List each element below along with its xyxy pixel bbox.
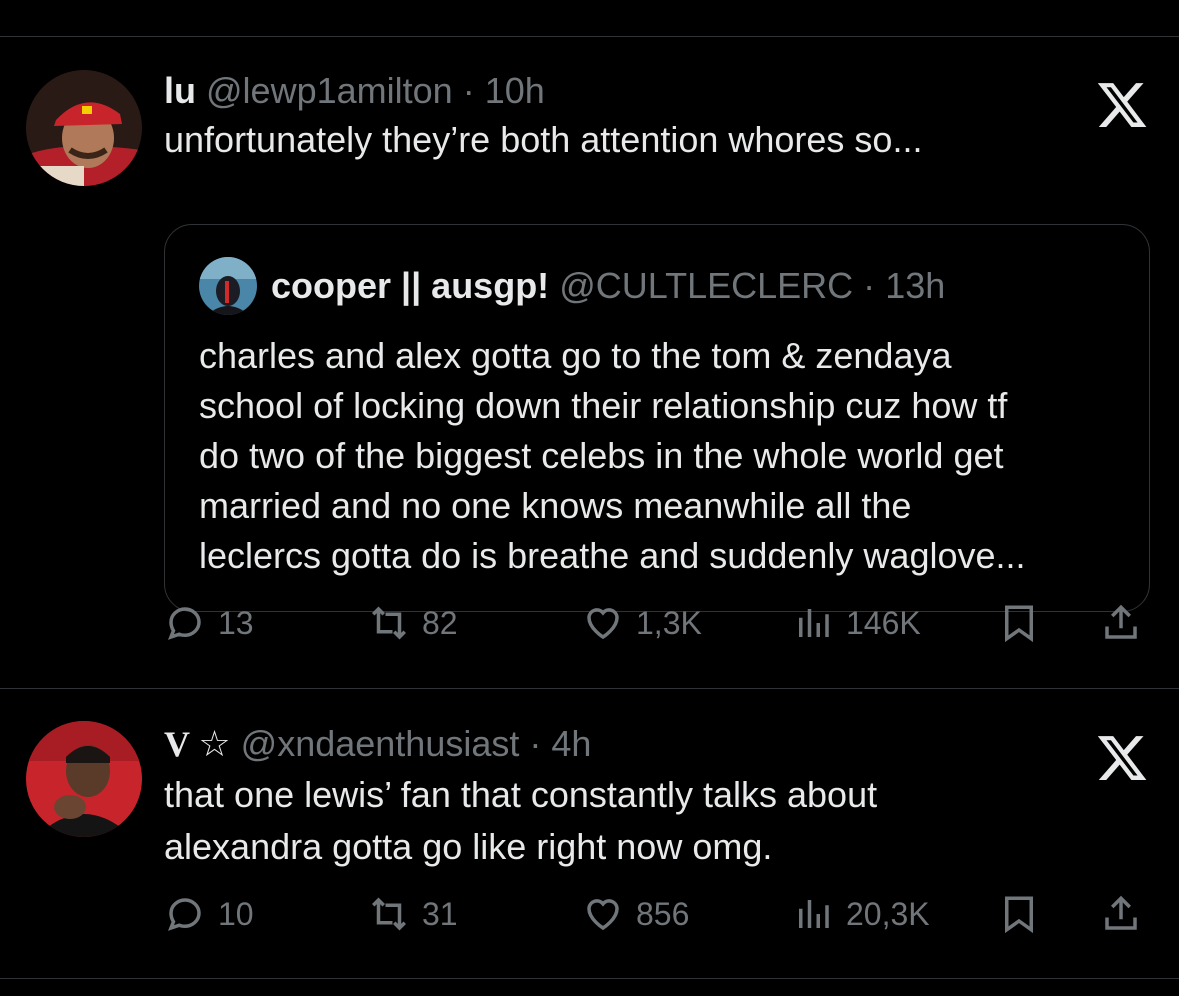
star-icon: ☆ [198,724,231,764]
views-button[interactable]: 146K [792,602,921,644]
separator: · [462,70,475,111]
bookmark-icon [1005,896,1033,934]
quote-header: cooper || ausgp! @CULTLECLERC · 13h [271,265,945,307]
tweet-text: unfortunately they’re both attention who… [164,119,923,160]
heart-icon [587,899,619,931]
reply-count: 10 [218,895,254,932]
like-button[interactable]: 856 [582,893,689,935]
quoted-tweet[interactable]: cooper || ausgp! @CULTLECLERC · 13h char… [164,224,1150,612]
reply-icon [168,607,201,640]
tweet-header: V ☆ @xndaenthusiast · 4h [164,723,591,765]
quote-timestamp[interactable]: 13h [885,265,945,306]
views-icon [799,900,829,928]
views-icon [799,609,829,637]
avatar[interactable] [26,70,142,186]
bookmark-icon [1005,605,1033,643]
reply-button[interactable]: 13 [164,602,254,644]
share-icon [1105,604,1137,639]
tweet-text: that one lewis’ fan that constantly talk… [164,774,878,867]
quote-handle[interactable]: @CULTLECLERC [559,265,853,306]
views-button[interactable]: 20,3K [792,893,930,935]
bookmark-button[interactable] [998,602,1052,644]
repost-icon [372,897,406,931]
like-count: 856 [636,895,690,932]
action-bar: 13 82 1,3K 146K [164,602,1154,652]
action-bar: 10 31 856 20,3K [164,893,1154,943]
repost-count: 82 [422,604,458,641]
display-name-text: V [164,724,190,764]
quote-text: charles and alex gotta go to the tom & z… [199,335,1026,576]
views-count: 20,3K [846,895,930,932]
display-name[interactable]: V ☆ [164,724,231,764]
timestamp[interactable]: 10h [485,70,545,111]
repost-button[interactable]: 82 [368,602,458,644]
bookmark-button[interactable] [998,893,1052,935]
tweet-1[interactable]: lu @lewp1amilton · 10h unfortunately the… [0,36,1179,688]
views-count: 146K [846,604,921,641]
reply-button[interactable]: 10 [164,893,254,935]
like-button[interactable]: 1,3K [582,602,702,644]
handle[interactable]: @lewp1amilton [206,70,453,111]
quote-separator: · [863,265,876,306]
repost-button[interactable]: 31 [368,893,458,935]
quote-avatar[interactable] [199,257,257,315]
display-name[interactable]: lu [164,70,196,111]
separator: · [529,723,542,764]
avatar[interactable] [26,721,142,837]
share-button[interactable] [1100,602,1154,644]
timestamp[interactable]: 4h [551,723,591,764]
bottom-divider [0,978,1179,979]
share-button[interactable] [1100,893,1154,935]
tweet-header: lu @lewp1amilton · 10h [164,70,545,112]
handle[interactable]: @xndaenthusiast [241,723,520,764]
quote-display-name[interactable]: cooper || ausgp! [271,265,549,306]
repost-count: 31 [422,895,458,932]
share-icon [1105,895,1137,930]
heart-icon [587,608,619,640]
reply-icon [168,898,201,931]
tweet-2[interactable]: V ☆ @xndaenthusiast · 4h that one lewis’… [0,689,1179,978]
like-count: 1,3K [636,604,702,641]
repost-icon [372,606,406,640]
reply-count: 13 [218,604,254,641]
